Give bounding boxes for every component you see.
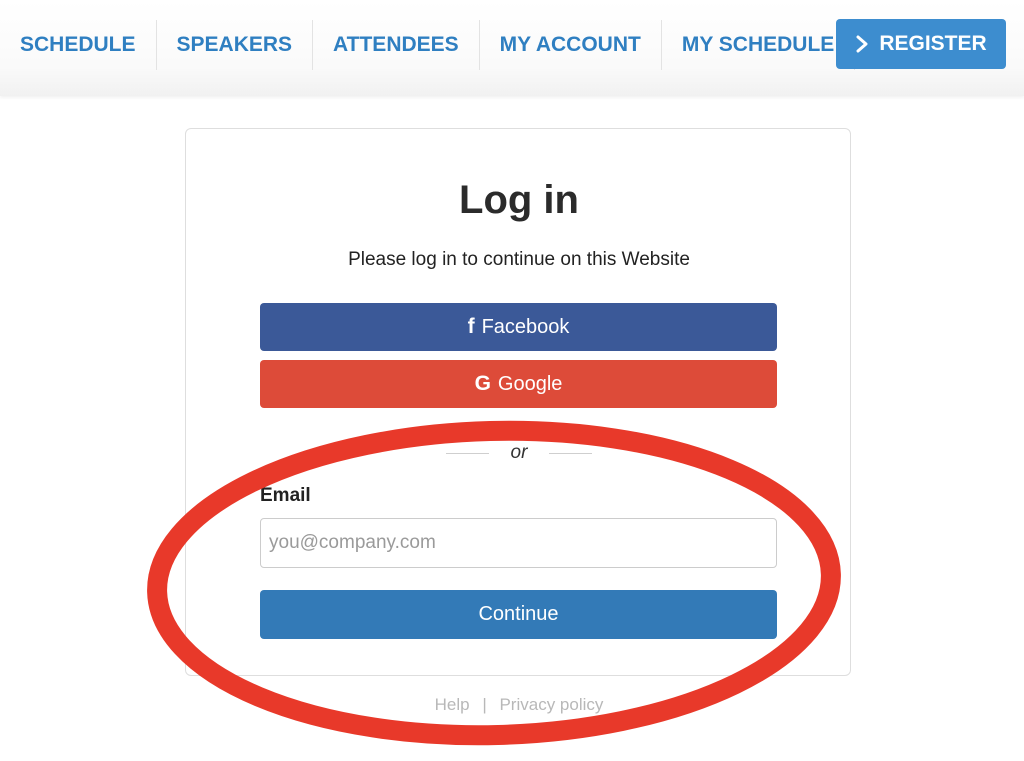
nav-list: SCHEDULE SPEAKERS ATTENDEES MY ACCOUNT M… [0,20,856,70]
divider-line-left [445,452,489,454]
nav-item-attendees[interactable]: ATTENDEES [313,20,480,70]
nav-item-my-schedule[interactable]: MY SCHEDULE [662,20,856,70]
email-field[interactable] [260,518,777,568]
nav-item-schedule[interactable]: SCHEDULE [0,20,157,70]
google-icon: G [474,372,491,395]
page-title: Log in [459,178,579,222]
google-label: Google [497,372,563,395]
facebook-login-button[interactable]: f Facebook [260,303,777,351]
or-divider: or [0,440,1024,466]
google-login-button[interactable]: G Google [260,360,777,408]
divider-line-right [549,452,593,454]
help-link[interactable]: Help [435,695,470,714]
privacy-policy-link[interactable]: Privacy policy [499,695,603,714]
facebook-icon: f [467,315,475,338]
nav-item-my-account[interactable]: MY ACCOUNT [480,20,662,70]
chevron-right-icon [855,34,869,54]
footer-separator: | [482,695,487,714]
facebook-label: Facebook [481,315,570,338]
top-navigation: SCHEDULE SPEAKERS ATTENDEES MY ACCOUNT M… [0,0,1024,96]
login-subtitle: Please log in to continue on this Websit… [348,249,690,270]
footer-links: Help | Privacy policy [0,695,1024,715]
continue-button[interactable]: Continue [260,590,777,639]
nav-item-speakers[interactable]: SPEAKERS [157,20,314,70]
divider-text: or [510,442,528,463]
page: SCHEDULE SPEAKERS ATTENDEES MY ACCOUNT M… [0,0,1024,761]
email-label: Email [260,485,311,506]
register-button[interactable]: REGISTER [836,19,1006,69]
register-label: REGISTER [879,32,987,55]
